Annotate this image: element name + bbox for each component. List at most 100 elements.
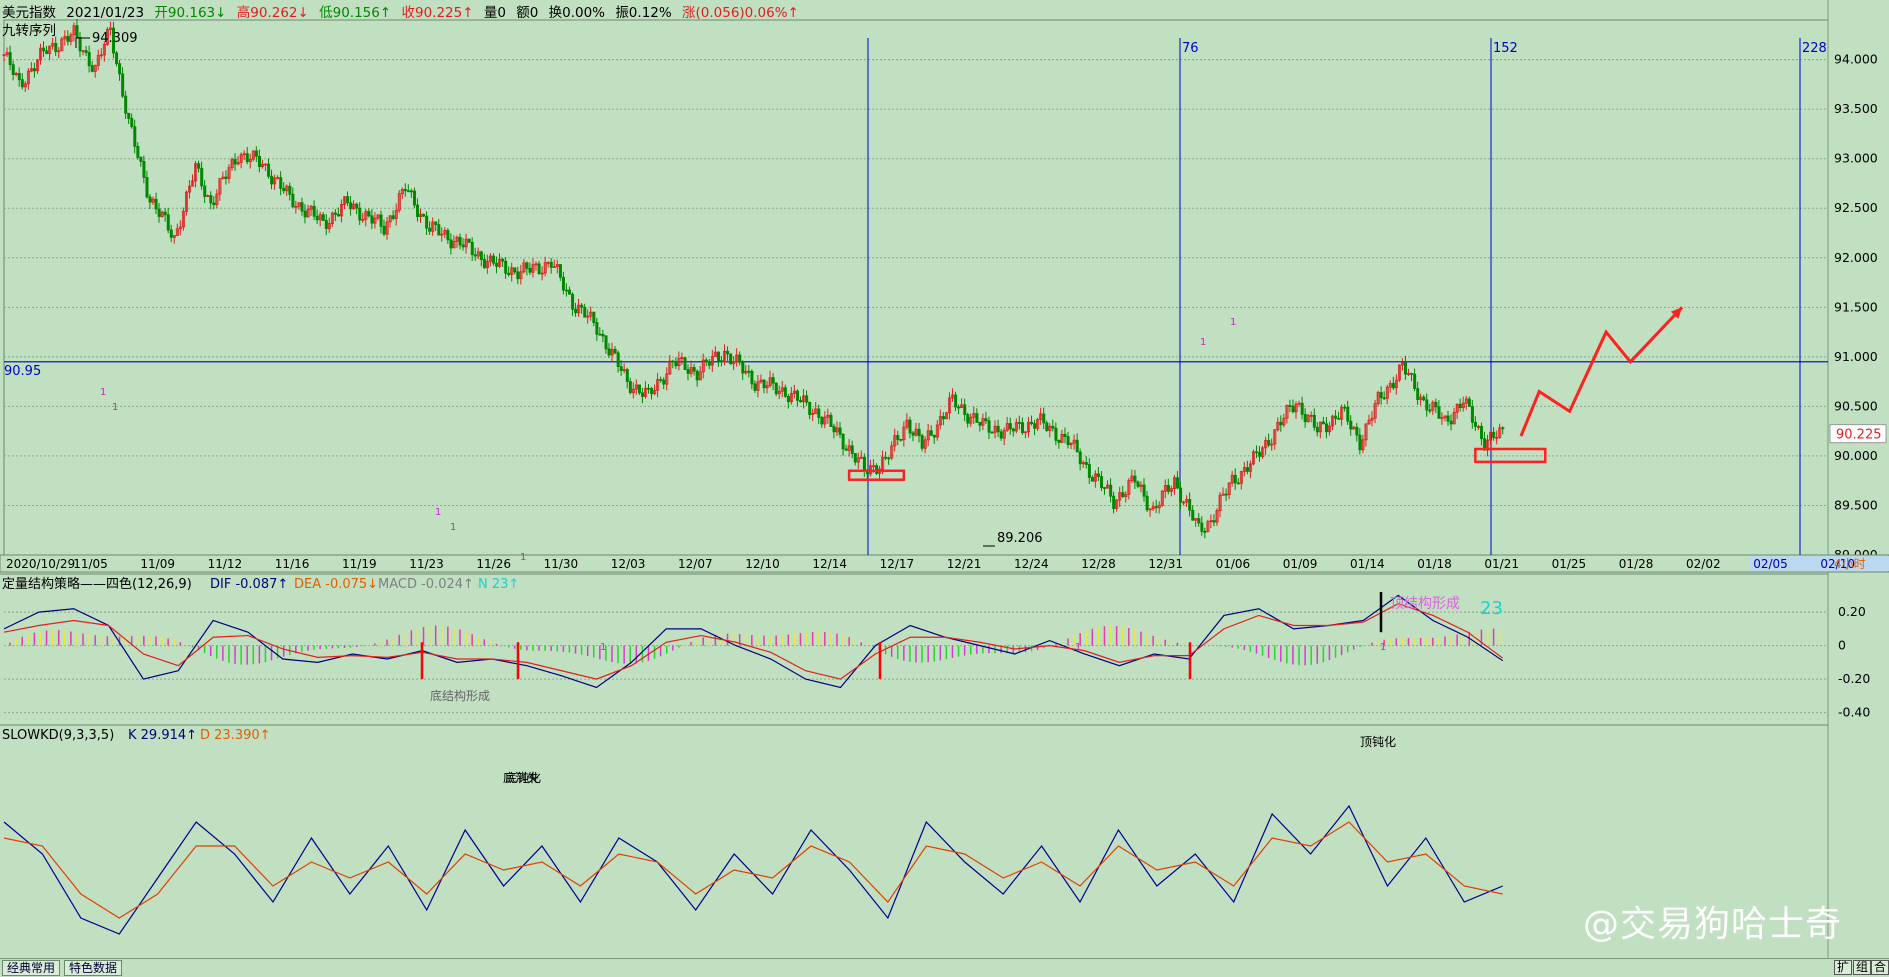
candle-body (1166, 484, 1170, 492)
time-tick-label: 12/07 (678, 557, 713, 571)
candle-body (300, 202, 304, 212)
candle-body (799, 399, 803, 403)
candle-body (616, 352, 620, 367)
candle-body (425, 215, 429, 229)
candle-body (1434, 401, 1438, 408)
sequence-digit: 1 (1380, 642, 1386, 653)
expand-button[interactable]: 扩 (1834, 960, 1853, 975)
time-tick-label: 01/25 (1552, 557, 1587, 571)
candle-body (127, 112, 131, 119)
low-price-label: 89.206 (997, 531, 1043, 546)
candle-body (1084, 462, 1088, 465)
combine-button[interactable]: 合 (1871, 960, 1889, 975)
candle-body (750, 370, 754, 385)
chart-canvas[interactable]: 94.000 93.500 93.000 92.500 92.000 91.500 91.0… (0, 0, 1889, 976)
candle-body (841, 433, 845, 450)
candle-body (1325, 423, 1329, 433)
price-tick-label: 93.000 (1834, 151, 1878, 166)
candle-body (1191, 509, 1195, 521)
tab-classic[interactable]: 经典常用 (2, 960, 61, 976)
candle-body (1355, 426, 1359, 436)
candle-body (33, 68, 37, 72)
macd-tick-label: -0.40 (1838, 705, 1870, 720)
candle-body (1212, 520, 1216, 523)
candle-body (1413, 373, 1417, 390)
candle-body (641, 392, 645, 397)
candle-body (479, 251, 483, 260)
time-tick-label: 01/06 (1216, 557, 1251, 571)
period-label: 4小时 (1834, 557, 1866, 571)
candle-body (1300, 402, 1304, 415)
candle-body (613, 348, 617, 354)
tab-feature-data[interactable]: 特色数据 (64, 960, 123, 976)
candle-body (446, 230, 450, 241)
candle-body (118, 63, 122, 75)
candle-body (1288, 405, 1292, 407)
candle-body (1136, 481, 1140, 487)
candle-body (288, 185, 292, 195)
candle-body (17, 73, 21, 81)
candle-body (528, 268, 532, 273)
candle-body (844, 448, 848, 451)
candle-body (525, 262, 529, 269)
candle-body (692, 367, 696, 372)
candle-body (145, 177, 149, 198)
candle-body (558, 264, 562, 278)
candle-body (1021, 422, 1025, 434)
candle-body (121, 73, 125, 97)
candle-body (279, 177, 283, 189)
candle-body (954, 394, 958, 408)
candle-body (75, 25, 79, 38)
candle-body (367, 211, 371, 217)
time-tick-label: 11/23 (409, 557, 444, 571)
candle-body (659, 379, 663, 381)
candle-body (704, 359, 708, 363)
price-tick-label: 89.500 (1834, 497, 1878, 512)
candle-body (568, 289, 572, 295)
candle-body (1090, 477, 1094, 482)
time-tick-label: 12/21 (947, 557, 982, 571)
candle-body (1473, 421, 1477, 427)
candle-body (467, 238, 471, 243)
candle-body (1480, 426, 1484, 440)
dea-label: DEA -0.075↓ (294, 577, 378, 592)
quote-open: 开90.163↓ (154, 5, 227, 21)
candle-body (130, 118, 134, 128)
time-tick-label: 02/05 (1753, 557, 1788, 571)
candle-body (1343, 406, 1347, 409)
macd-tick-label: 0.20 (1838, 604, 1866, 619)
top-blunt-label: 顶钝化 (1360, 735, 1396, 749)
candle-body (838, 427, 842, 435)
candle-body (1416, 388, 1420, 400)
quote-close: 收90.225↑ (401, 5, 474, 21)
group-button[interactable]: 组 (1853, 960, 1872, 975)
candle-body (142, 161, 146, 178)
time-tick-label: 12/31 (1148, 557, 1183, 571)
candle-body (11, 64, 15, 76)
candle-body (1054, 427, 1058, 441)
candle-body (333, 212, 337, 215)
candle-body (370, 215, 374, 224)
candle-body (987, 420, 991, 433)
candle-body (54, 42, 58, 53)
candle-body (267, 163, 271, 177)
candle-body (984, 418, 988, 422)
candle-body (829, 414, 833, 427)
candle-body (139, 156, 143, 162)
count-label: 228 (1802, 41, 1827, 56)
candle-body (762, 379, 766, 389)
candle-body (1154, 506, 1158, 509)
candle-body (406, 190, 410, 193)
hline-label: 90.95 (4, 364, 41, 379)
candle-body (549, 261, 553, 268)
price-tick-label: 92.500 (1834, 200, 1878, 215)
candle-body (163, 211, 167, 216)
chart-window: 94.000 93.500 93.000 92.500 92.000 91.500 91.0… (0, 0, 1889, 977)
candle-body (1078, 451, 1082, 465)
candle-body (674, 361, 678, 367)
candle-body (966, 414, 970, 424)
candle-body (899, 439, 903, 441)
candle-body (1245, 467, 1249, 472)
candle-body (434, 221, 438, 226)
macd-tick-label: 0 (1838, 638, 1846, 653)
